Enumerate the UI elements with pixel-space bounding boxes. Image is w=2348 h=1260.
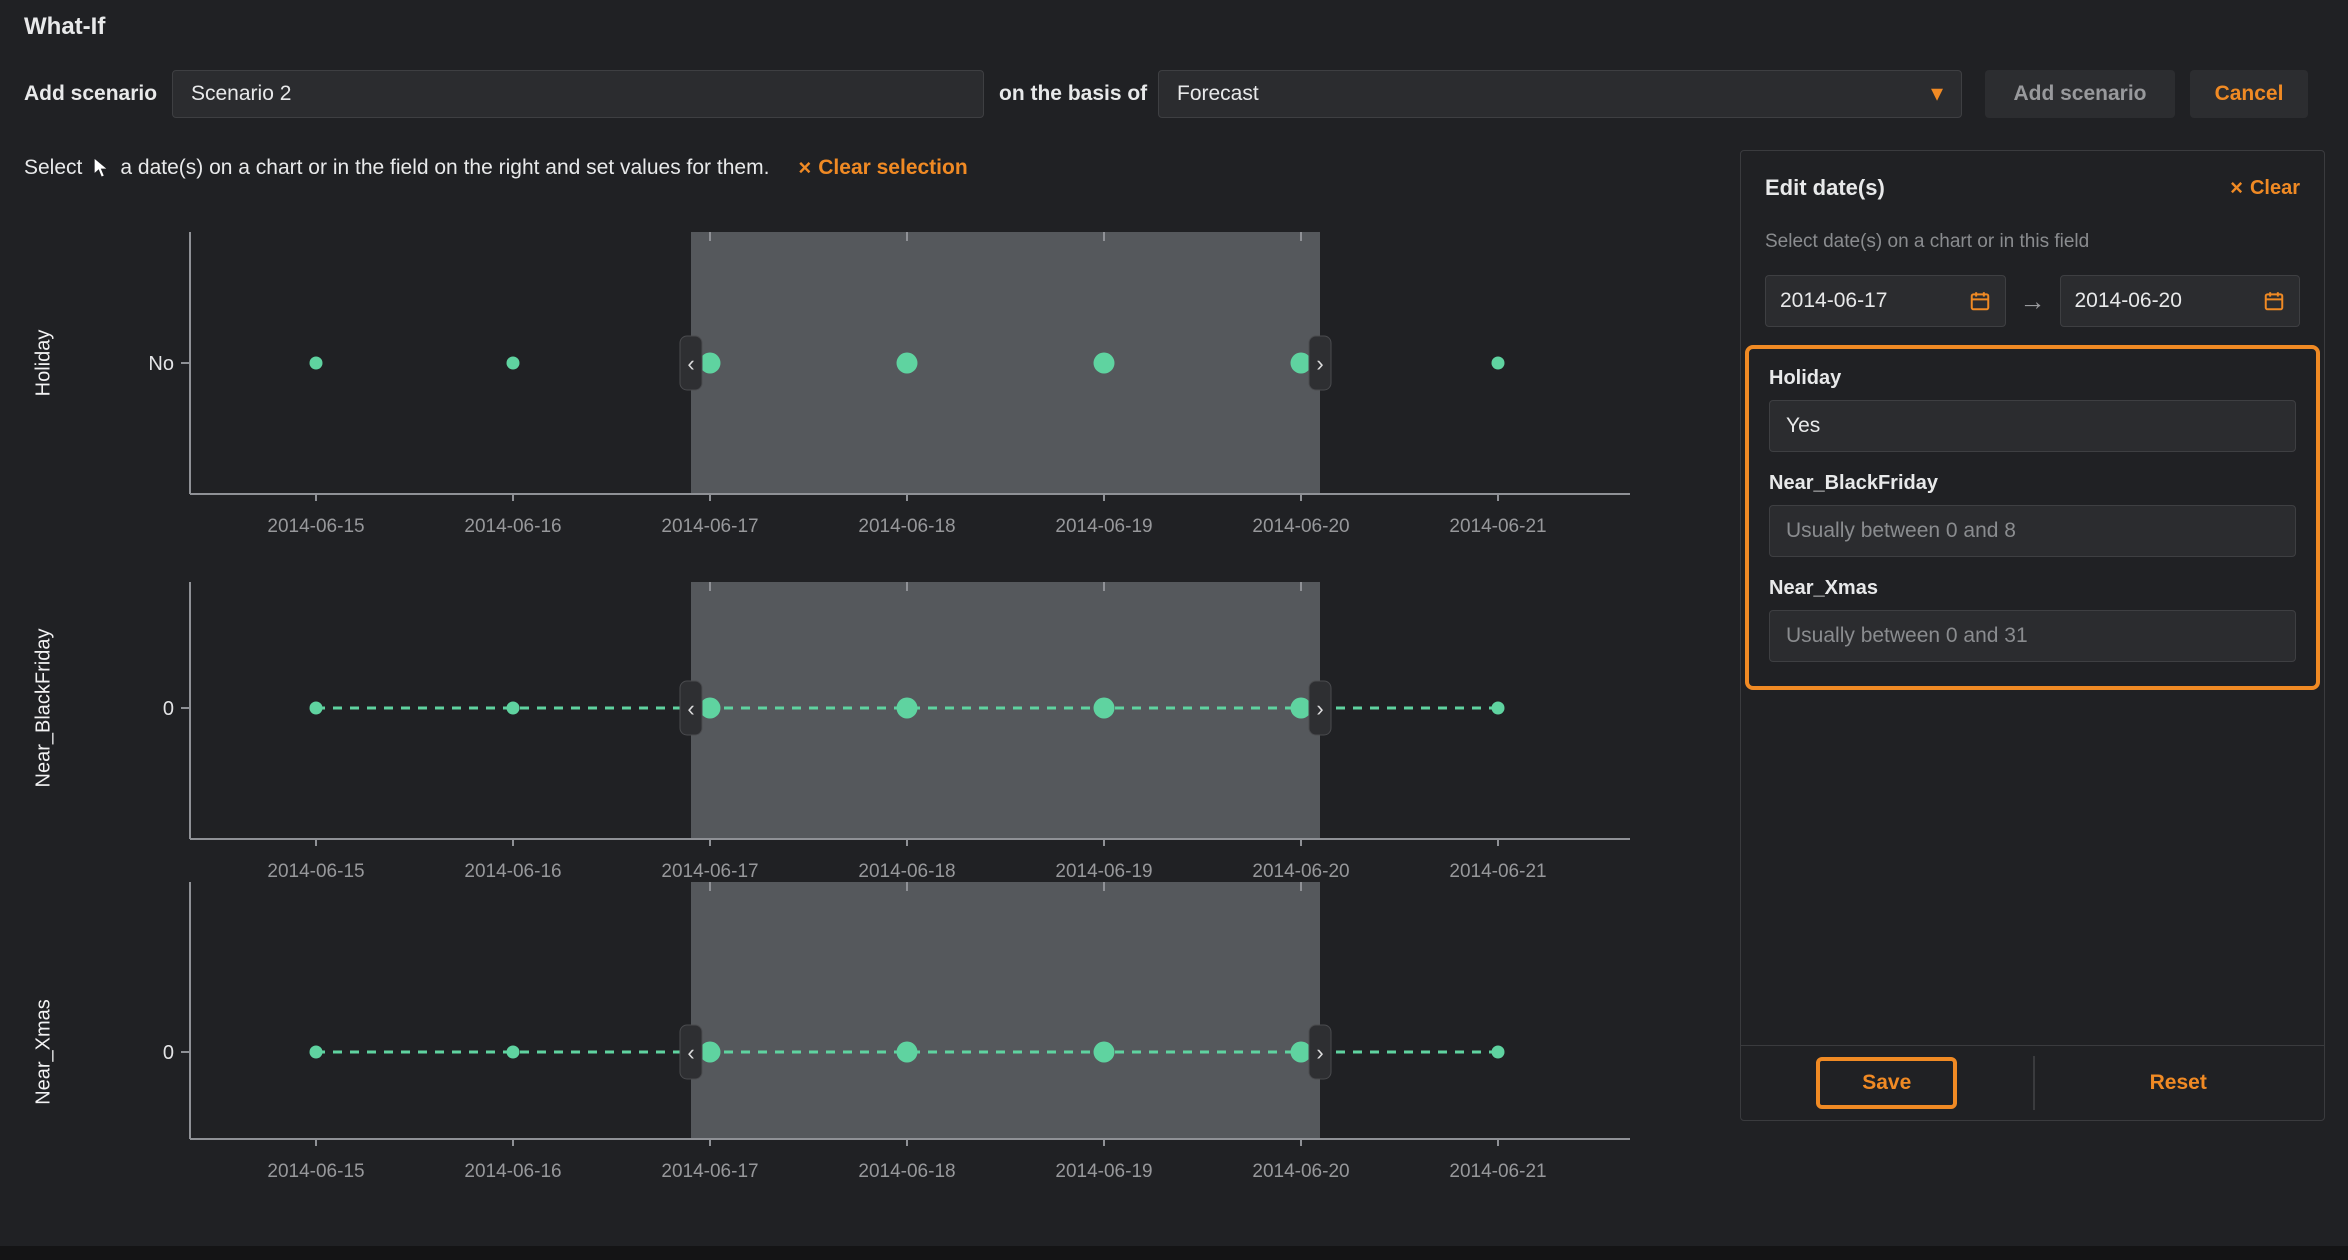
svg-text:‹: ‹ <box>687 1040 694 1065</box>
date-from-input[interactable]: 2014-06-17 <box>1765 275 2006 327</box>
data-point[interactable] <box>1492 1046 1505 1059</box>
data-point[interactable] <box>1094 353 1115 374</box>
selection-handle-right[interactable]: › <box>1309 1025 1331 1079</box>
data-point[interactable] <box>310 357 323 370</box>
reset-button[interactable]: Reset <box>2150 1071 2207 1095</box>
svg-text:›: › <box>1316 696 1323 721</box>
chart-near-blackfriday[interactable]: 02014-06-152014-06-162014-06-172014-06-1… <box>60 575 1700 887</box>
data-point[interactable] <box>310 702 323 715</box>
data-point[interactable] <box>1291 1042 1312 1063</box>
selection-handle-right[interactable]: › <box>1309 681 1331 735</box>
data-point[interactable] <box>700 353 721 374</box>
cancel-button[interactable]: Cancel <box>2190 70 2308 118</box>
window-bottom-edge <box>0 1246 2348 1260</box>
selection-handle-left[interactable]: ‹ <box>680 1025 702 1079</box>
data-point[interactable] <box>700 1042 721 1063</box>
edit-dates-panel: Edit date(s) × Clear Select date(s) on a… <box>1740 150 2325 1121</box>
field-input-near-xmas[interactable] <box>1769 610 2296 662</box>
data-point[interactable] <box>700 698 721 719</box>
add-scenario-button[interactable]: Add scenario <box>1985 70 2175 118</box>
fields-highlight-group: Holiday Near_BlackFriday Near_Xmas <box>1745 345 2320 690</box>
data-point[interactable] <box>507 702 520 715</box>
clear-x-icon: × <box>798 157 811 179</box>
svg-text:›: › <box>1316 1040 1323 1065</box>
selection-handle-left[interactable]: ‹ <box>680 681 702 735</box>
scenario-name-input[interactable] <box>172 70 984 118</box>
instruction-text-start: Select <box>24 156 82 180</box>
x-tick-label: 2014-06-21 <box>1449 1161 1546 1182</box>
x-tick-label: 2014-06-18 <box>858 516 955 537</box>
y-tick-label: 0 <box>163 698 174 720</box>
panel-helper-text: Select date(s) on a chart or in this fie… <box>1741 201 2324 253</box>
instruction-row: Select a date(s) on a chart or in the fi… <box>24 156 968 180</box>
date-range-row: 2014-06-17 → 2014-06-20 <box>1741 253 2324 327</box>
instruction-text-end: a date(s) on a chart or in the field on … <box>120 156 769 180</box>
basis-select[interactable]: Forecast ▾ <box>1158 70 1962 118</box>
selection-region[interactable] <box>691 882 1320 1139</box>
save-highlight-box: Save <box>1816 1057 1957 1109</box>
chart-holiday[interactable]: No 2014-06-15 2014-06-16 2014-06-17 2014-06-… <box>60 225 1700 545</box>
calendar-icon[interactable] <box>1969 290 1991 312</box>
x-tick-label: 2014-06-18 <box>858 1161 955 1182</box>
mouse-cursor-icon <box>91 156 111 180</box>
basis-label: on the basis of <box>999 70 1147 118</box>
x-tick-label: 2014-06-15 <box>267 1161 364 1182</box>
x-tick-label: 2014-06-16 <box>464 1161 561 1182</box>
range-arrow-icon: → <box>2020 286 2046 317</box>
svg-text:‹: ‹ <box>687 696 694 721</box>
selection-region[interactable] <box>691 582 1320 839</box>
x-tick-label: 2014-06-16 <box>464 516 561 537</box>
chart-near-xmas[interactable]: 0 2014-06-15 2014-06-16 2014-06-17 2014-06-1… <box>60 875 1700 1187</box>
data-point[interactable] <box>1492 357 1505 370</box>
y-axis-label-holiday: Holiday <box>33 330 56 397</box>
x-tick-label: 2014-06-15 <box>267 516 364 537</box>
data-point[interactable] <box>1094 698 1115 719</box>
x-tick-label: 2014-06-19 <box>1055 1161 1152 1182</box>
selection-handle-right[interactable]: › <box>1309 336 1331 390</box>
x-tick-label: 2014-06-21 <box>1449 516 1546 537</box>
y-tick-label: No <box>148 353 174 375</box>
data-point[interactable] <box>897 1042 918 1063</box>
field-label-near-xmas: Near_Xmas <box>1769 577 2296 600</box>
data-point[interactable] <box>310 1046 323 1059</box>
x-tick-label: 2014-06-20 <box>1252 516 1349 537</box>
field-label-near-blackfriday: Near_BlackFriday <box>1769 472 2296 495</box>
page-title: What-If <box>24 13 105 41</box>
save-button[interactable]: Save <box>1862 1071 1911 1094</box>
edit-dates-title: Edit date(s) <box>1765 175 1885 201</box>
footer-divider <box>2033 1056 2035 1110</box>
data-point[interactable] <box>507 357 520 370</box>
y-tick-label: 0 <box>163 1042 174 1064</box>
field-input-near-blackfriday[interactable] <box>1769 505 2296 557</box>
x-tick-label: 2014-06-17 <box>661 516 758 537</box>
field-input-holiday[interactable] <box>1769 400 2296 452</box>
data-point[interactable] <box>1094 1042 1115 1063</box>
data-point[interactable] <box>1291 353 1312 374</box>
svg-text:‹: ‹ <box>687 351 694 376</box>
data-point[interactable] <box>507 1046 520 1059</box>
x-tick-label: 2014-06-20 <box>1252 1161 1349 1182</box>
date-to-input[interactable]: 2014-06-20 <box>2060 275 2301 327</box>
data-point[interactable] <box>897 698 918 719</box>
calendar-icon[interactable] <box>2263 290 2285 312</box>
chevron-down-icon: ▾ <box>1931 82 1943 106</box>
data-point[interactable] <box>1291 698 1312 719</box>
clear-x-icon: × <box>2230 177 2243 199</box>
data-point[interactable] <box>1492 702 1505 715</box>
field-label-holiday: Holiday <box>1769 367 2296 390</box>
panel-clear-link[interactable]: × Clear <box>2230 177 2300 200</box>
add-scenario-label: Add scenario <box>24 70 157 118</box>
basis-select-value: Forecast <box>1177 82 1259 106</box>
selection-region[interactable] <box>691 232 1320 494</box>
panel-footer: Save Reset <box>1741 1045 2324 1120</box>
data-point[interactable] <box>897 353 918 374</box>
x-tick-label: 2014-06-19 <box>1055 516 1152 537</box>
selection-handle-left[interactable]: ‹ <box>680 336 702 390</box>
clear-selection-link[interactable]: × Clear selection <box>798 156 967 180</box>
y-axis-label-near-xmas: Near_Xmas <box>33 999 56 1105</box>
svg-text:›: › <box>1316 351 1323 376</box>
x-tick-label: 2014-06-17 <box>661 1161 758 1182</box>
y-axis-label-near-blackfriday: Near_BlackFriday <box>33 629 56 788</box>
